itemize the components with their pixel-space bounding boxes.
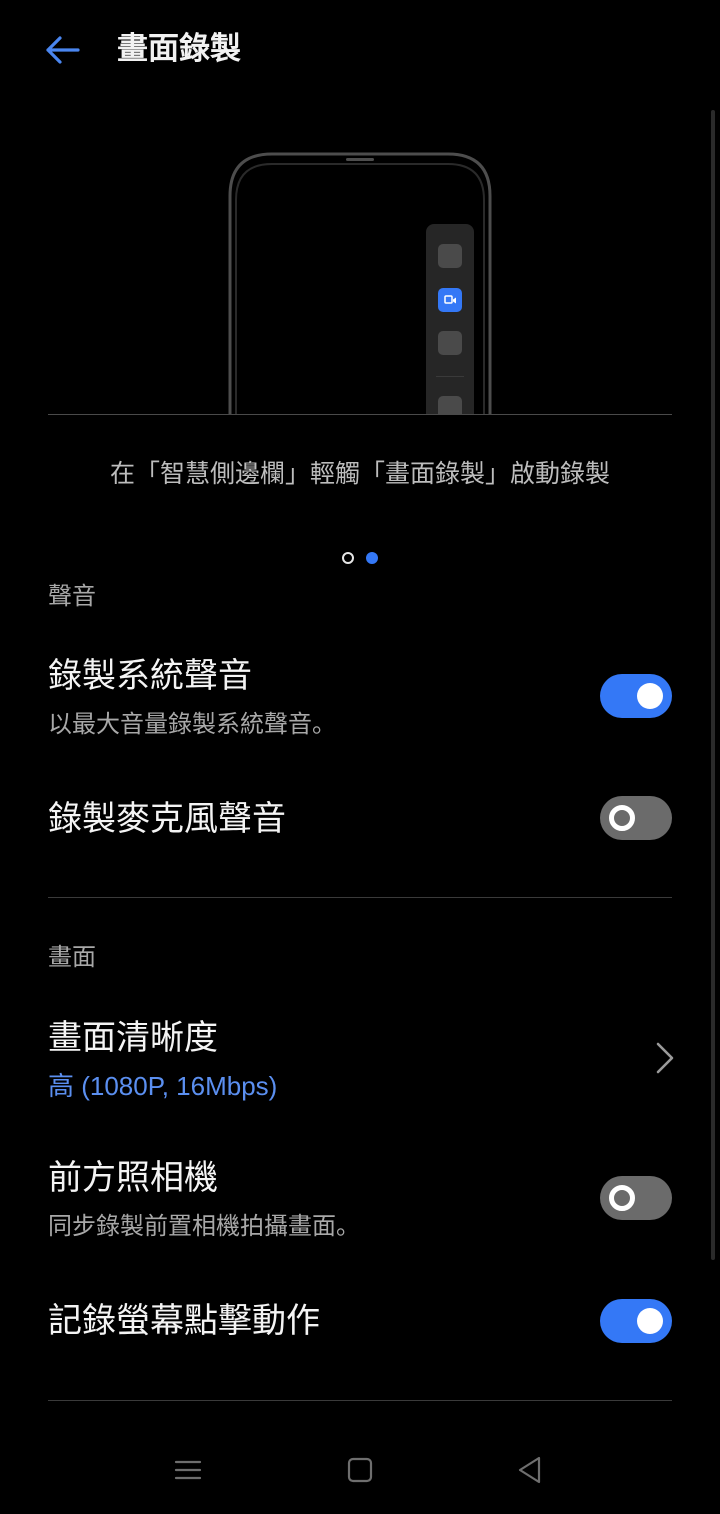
- sidebar-illustration: [48, 108, 672, 414]
- record-touches-title[interactable]: 記錄螢幕點擊動作: [48, 1297, 320, 1345]
- record-system-sound-toggle[interactable]: [600, 674, 672, 718]
- toggle-knob: [609, 1185, 635, 1211]
- chevron-right-icon[interactable]: [650, 1040, 680, 1076]
- nav-home-button[interactable]: [330, 1444, 390, 1496]
- toggle-knob: [637, 1308, 663, 1334]
- section-header-screen: 畫面: [48, 943, 96, 971]
- section-header-sound: 聲音: [48, 582, 96, 610]
- resolution-value: 高 (1080P, 16Mbps): [48, 1071, 278, 1101]
- page-indicator: [342, 552, 378, 564]
- record-mic-sound-toggle[interactable]: [600, 796, 672, 840]
- toggle-knob: [637, 683, 663, 709]
- back-triangle-icon: [518, 1456, 541, 1484]
- record-system-sound-title[interactable]: 錄製系統聲音: [48, 652, 252, 700]
- menu-icon: [174, 1460, 202, 1480]
- section-divider: [48, 897, 672, 898]
- illustration-caption: 在「智慧側邊欄」輕觸「畫面錄製」啟動錄製: [109, 459, 610, 488]
- record-touches-toggle[interactable]: [600, 1299, 672, 1343]
- page-dot-1[interactable]: [342, 552, 354, 564]
- front-camera-title[interactable]: 前方照相機: [48, 1154, 218, 1202]
- back-arrow-icon: [46, 36, 80, 64]
- nav-menu-button[interactable]: [158, 1444, 218, 1496]
- page-title: 畫面錄製: [117, 31, 241, 67]
- page-dot-2-active[interactable]: [366, 552, 378, 564]
- illustration-baseline: [48, 414, 672, 415]
- resolution-title[interactable]: 畫面清晰度: [48, 1014, 218, 1062]
- section-divider: [48, 1400, 672, 1401]
- back-button[interactable]: [30, 20, 94, 80]
- front-camera-toggle[interactable]: [600, 1176, 672, 1220]
- front-camera-subtitle: 同步錄製前置相機拍攝畫面。: [48, 1212, 360, 1240]
- scrollbar[interactable]: [711, 110, 715, 1260]
- home-icon: [347, 1457, 373, 1483]
- toggle-knob: [609, 805, 635, 831]
- record-system-sound-subtitle: 以最大音量錄製系統聲音。: [48, 710, 336, 738]
- nav-back-button[interactable]: [500, 1444, 560, 1496]
- phone-illustration: [228, 152, 492, 414]
- record-mic-sound-title[interactable]: 錄製麥克風聲音: [48, 795, 286, 843]
